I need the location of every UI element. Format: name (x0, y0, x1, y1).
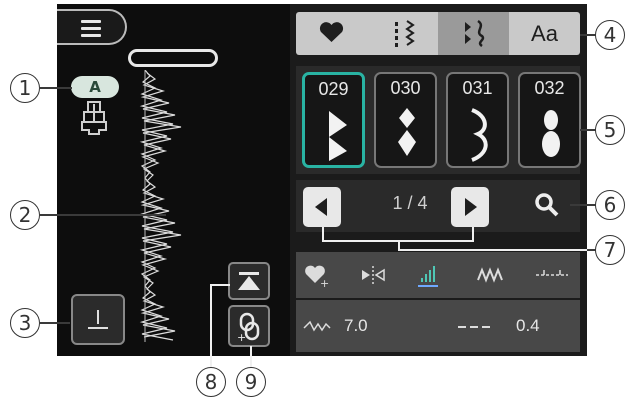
callout-6: 6 (595, 190, 625, 220)
stitch-card-032[interactable]: 032 (518, 72, 581, 168)
svg-text:+: + (237, 331, 246, 344)
callout-line (472, 227, 474, 241)
arrow-right-icon (465, 198, 477, 216)
stitch-category-tabs: Aa (296, 12, 580, 55)
needle-position-icon (88, 310, 108, 329)
stitch-values-row: 7.0 0.4 (296, 300, 580, 352)
callout-line (398, 249, 588, 251)
mirror-icon[interactable] (358, 260, 388, 290)
callout-5: 5 (595, 115, 625, 145)
presser-foot-icon (81, 101, 107, 135)
stitch-number: 032 (534, 78, 565, 98)
presser-foot-badge: A (71, 76, 119, 98)
tab-favorites[interactable] (296, 12, 367, 55)
callout-line (570, 204, 596, 206)
link-stitch-icon: + (237, 312, 260, 344)
preview-scroll-indicator[interactable] (128, 49, 218, 67)
stitch-card-031[interactable]: 031 (446, 72, 509, 168)
width-icon[interactable] (474, 260, 508, 290)
callout-1: 1 (10, 73, 40, 103)
utility-stitch-icon (395, 20, 415, 47)
reverse-icon[interactable] (532, 260, 572, 290)
stitch-width-value[interactable]: 7.0 (344, 316, 368, 336)
menu-button[interactable] (57, 9, 127, 45)
stitch-length-icon[interactable] (454, 314, 494, 338)
link-stitch-button[interactable]: + (228, 305, 270, 347)
stitch-number: 030 (390, 78, 421, 98)
stitch-preview (139, 70, 182, 342)
callout-line (40, 87, 72, 89)
heart-plus-icon[interactable]: + (302, 260, 332, 290)
callout-line (580, 34, 596, 36)
move-to-top-icon (238, 272, 260, 290)
zigzag-width-icon[interactable] (300, 314, 340, 338)
move-to-top-button[interactable] (228, 262, 270, 300)
stitch-settings-toolbar: + (296, 252, 580, 298)
search-button[interactable] (527, 184, 567, 224)
length-icon[interactable] (414, 258, 444, 292)
oval-stitch-icon (542, 110, 560, 157)
callout-line (40, 322, 70, 324)
page-indicator: 1 / 4 (392, 193, 428, 213)
arrow-stitch-icon (329, 111, 347, 161)
next-page-button[interactable] (451, 187, 489, 227)
stitch-card-030[interactable]: 030 (374, 72, 437, 168)
callout-8: 8 (196, 367, 226, 397)
tab-decorative[interactable] (438, 12, 509, 55)
callout-line (40, 214, 166, 216)
callout-line (322, 227, 324, 241)
decorative-stitch-icon (465, 19, 485, 48)
callout-3: 3 (10, 308, 40, 338)
stitch-card-029[interactable]: 029 (302, 72, 365, 168)
stitch-length-value[interactable]: 0.4 (516, 316, 540, 336)
callout-9: 9 (236, 367, 266, 397)
heart-icon (319, 22, 344, 42)
search-icon (535, 193, 559, 217)
needle-position-button[interactable] (71, 294, 125, 345)
stitch-number: 031 (462, 78, 493, 98)
prev-page-button[interactable] (303, 187, 341, 227)
callout-line (210, 284, 230, 286)
callout-4: 4 (595, 20, 625, 50)
callout-line (210, 284, 212, 370)
callout-2: 2 (10, 200, 40, 230)
svg-text:+: + (320, 277, 329, 290)
arrow-left-icon (315, 198, 327, 216)
wave-stitch-icon (471, 108, 488, 162)
stitch-number: 029 (318, 79, 349, 99)
callout-line (580, 129, 596, 131)
diamond-stitch-icon (398, 108, 416, 156)
callout-7: 7 (595, 235, 625, 265)
tab-utility[interactable] (367, 12, 438, 55)
tab-letters[interactable]: Aa (509, 12, 580, 55)
